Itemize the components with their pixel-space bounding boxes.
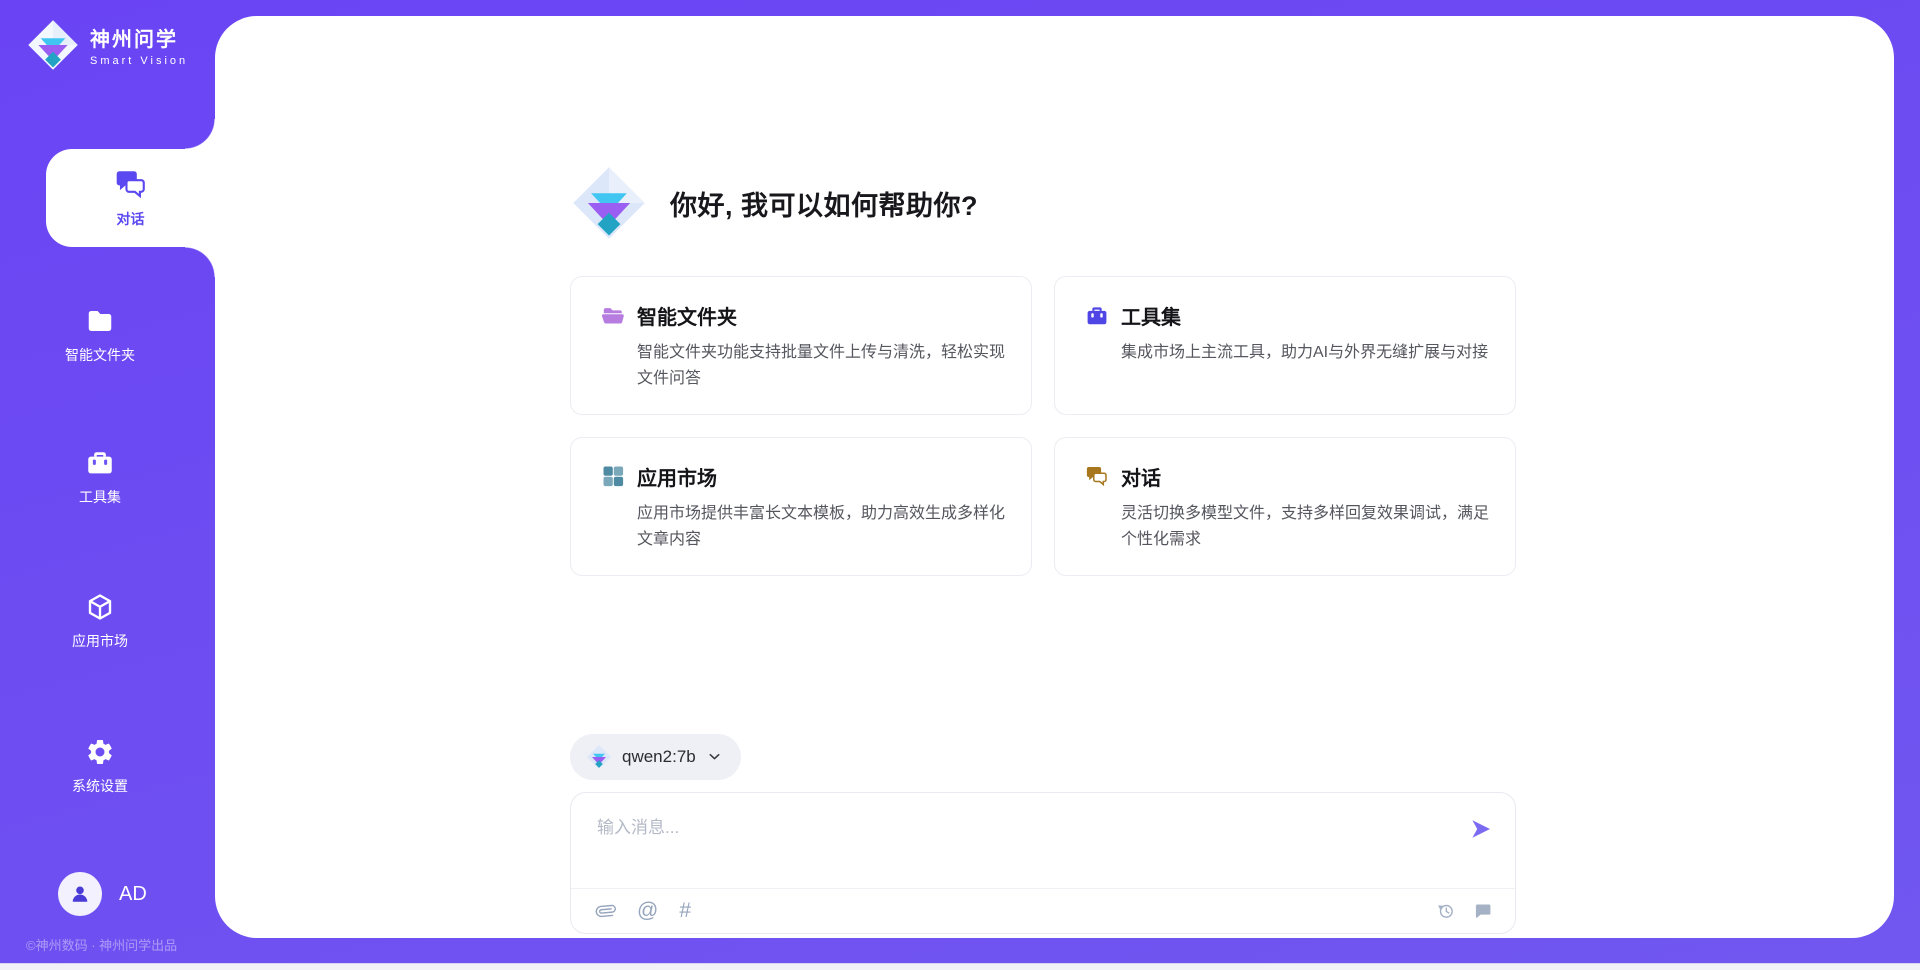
chat-icon [114, 167, 148, 201]
card-title: 工具集 [1121, 301, 1181, 330]
cube-icon [85, 592, 115, 622]
card-title: 对话 [1121, 462, 1161, 491]
user-initials: AD [119, 883, 147, 906]
feedback-message-icon[interactable] [1472, 900, 1493, 921]
greeting-text: 你好, 我可以如何帮助你? [670, 184, 978, 223]
assistant-logo-icon [570, 164, 648, 242]
sidebar-item-label: 应用市场 [72, 631, 128, 651]
grid-icon [601, 464, 625, 488]
sidebar-item-label: 系统设置 [72, 776, 128, 796]
footer-credit: ©神州数码 · 神州问学出品 [26, 935, 177, 954]
feature-card-toolbox[interactable]: 工具集 集成市场上主流工具，助力AI与外界无缝扩展与对接 [1054, 276, 1516, 415]
sidebar-item-label: 工具集 [79, 487, 121, 507]
sidebar-item-app-market[interactable]: 应用市场 [35, 592, 165, 651]
gear-icon [85, 737, 115, 767]
composer-toolbar: @ # [595, 889, 1493, 933]
sidebar-item-smart-folder[interactable]: 智能文件夹 [35, 306, 165, 365]
feature-card-smart-folder[interactable]: 智能文件夹 智能文件夹功能支持批量文件上传与清洗，轻松实现文件问答 [570, 276, 1032, 415]
chevron-down-icon [706, 748, 723, 765]
user-profile[interactable]: AD [58, 872, 147, 916]
sidebar-item-label: 对话 [117, 209, 145, 229]
brand-subtitle: Smart Vision [90, 55, 188, 67]
attachment-icon[interactable] [595, 900, 616, 921]
card-title: 应用市场 [637, 462, 717, 491]
chat-icon [1085, 464, 1109, 488]
card-description: 灵活切换多模型文件，支持多样回复效果调试，满足个性化需求 [1121, 501, 1489, 553]
toolbox-icon [85, 448, 115, 478]
window-bottom-edge [0, 963, 1920, 970]
history-icon[interactable] [1435, 900, 1456, 921]
model-logo-icon [586, 744, 612, 770]
feature-cards: 智能文件夹 智能文件夹功能支持批量文件上传与清洗，轻松实现文件问答 工具集 集成… [570, 276, 1516, 576]
main-panel: 你好, 我可以如何帮助你? 智能文件夹 智能文件夹功能支持批量文件上传与清洗，轻… [215, 16, 1894, 938]
feature-card-chat[interactable]: 对话 灵活切换多模型文件，支持多样回复效果调试，满足个性化需求 [1054, 437, 1516, 576]
brand[interactable]: 神州问学 Smart Vision [26, 18, 188, 72]
sidebar-item-toolbox[interactable]: 工具集 [35, 448, 165, 507]
card-description: 智能文件夹功能支持批量文件上传与清洗，轻松实现文件问答 [637, 340, 1005, 392]
folder-icon [601, 304, 625, 328]
sidebar: 神州问学 Smart Vision 对话 智能文件夹 工具集 应用市场 [0, 0, 215, 970]
card-description: 应用市场提供丰富长文本模板，助力高效生成多样化文章内容 [637, 501, 1005, 553]
person-icon [67, 881, 93, 907]
message-input[interactable] [571, 793, 1451, 883]
feature-card-app-market[interactable]: 应用市场 应用市场提供丰富长文本模板，助力高效生成多样化文章内容 [570, 437, 1032, 576]
card-description: 集成市场上主流工具，助力AI与外界无缝扩展与对接 [1121, 340, 1489, 366]
sidebar-item-settings[interactable]: 系统设置 [35, 737, 165, 796]
model-name: qwen2:7b [622, 747, 696, 767]
toolbox-icon [1085, 304, 1109, 328]
brand-name: 神州问学 [90, 23, 188, 52]
folder-icon [85, 306, 115, 336]
avatar [58, 872, 102, 916]
mention-icon[interactable]: @ [637, 900, 658, 921]
brand-logo-icon [26, 18, 80, 72]
sidebar-item-chat[interactable]: 对话 [46, 149, 215, 247]
card-title: 智能文件夹 [637, 301, 737, 330]
model-selector[interactable]: qwen2:7b [570, 734, 741, 780]
send-icon [1469, 817, 1493, 841]
hash-icon[interactable]: # [679, 900, 691, 921]
composer: @ # [570, 792, 1516, 934]
send-button[interactable] [1467, 817, 1495, 845]
sidebar-item-label: 智能文件夹 [65, 345, 135, 365]
greeting-row: 你好, 我可以如何帮助你? [570, 164, 1516, 242]
